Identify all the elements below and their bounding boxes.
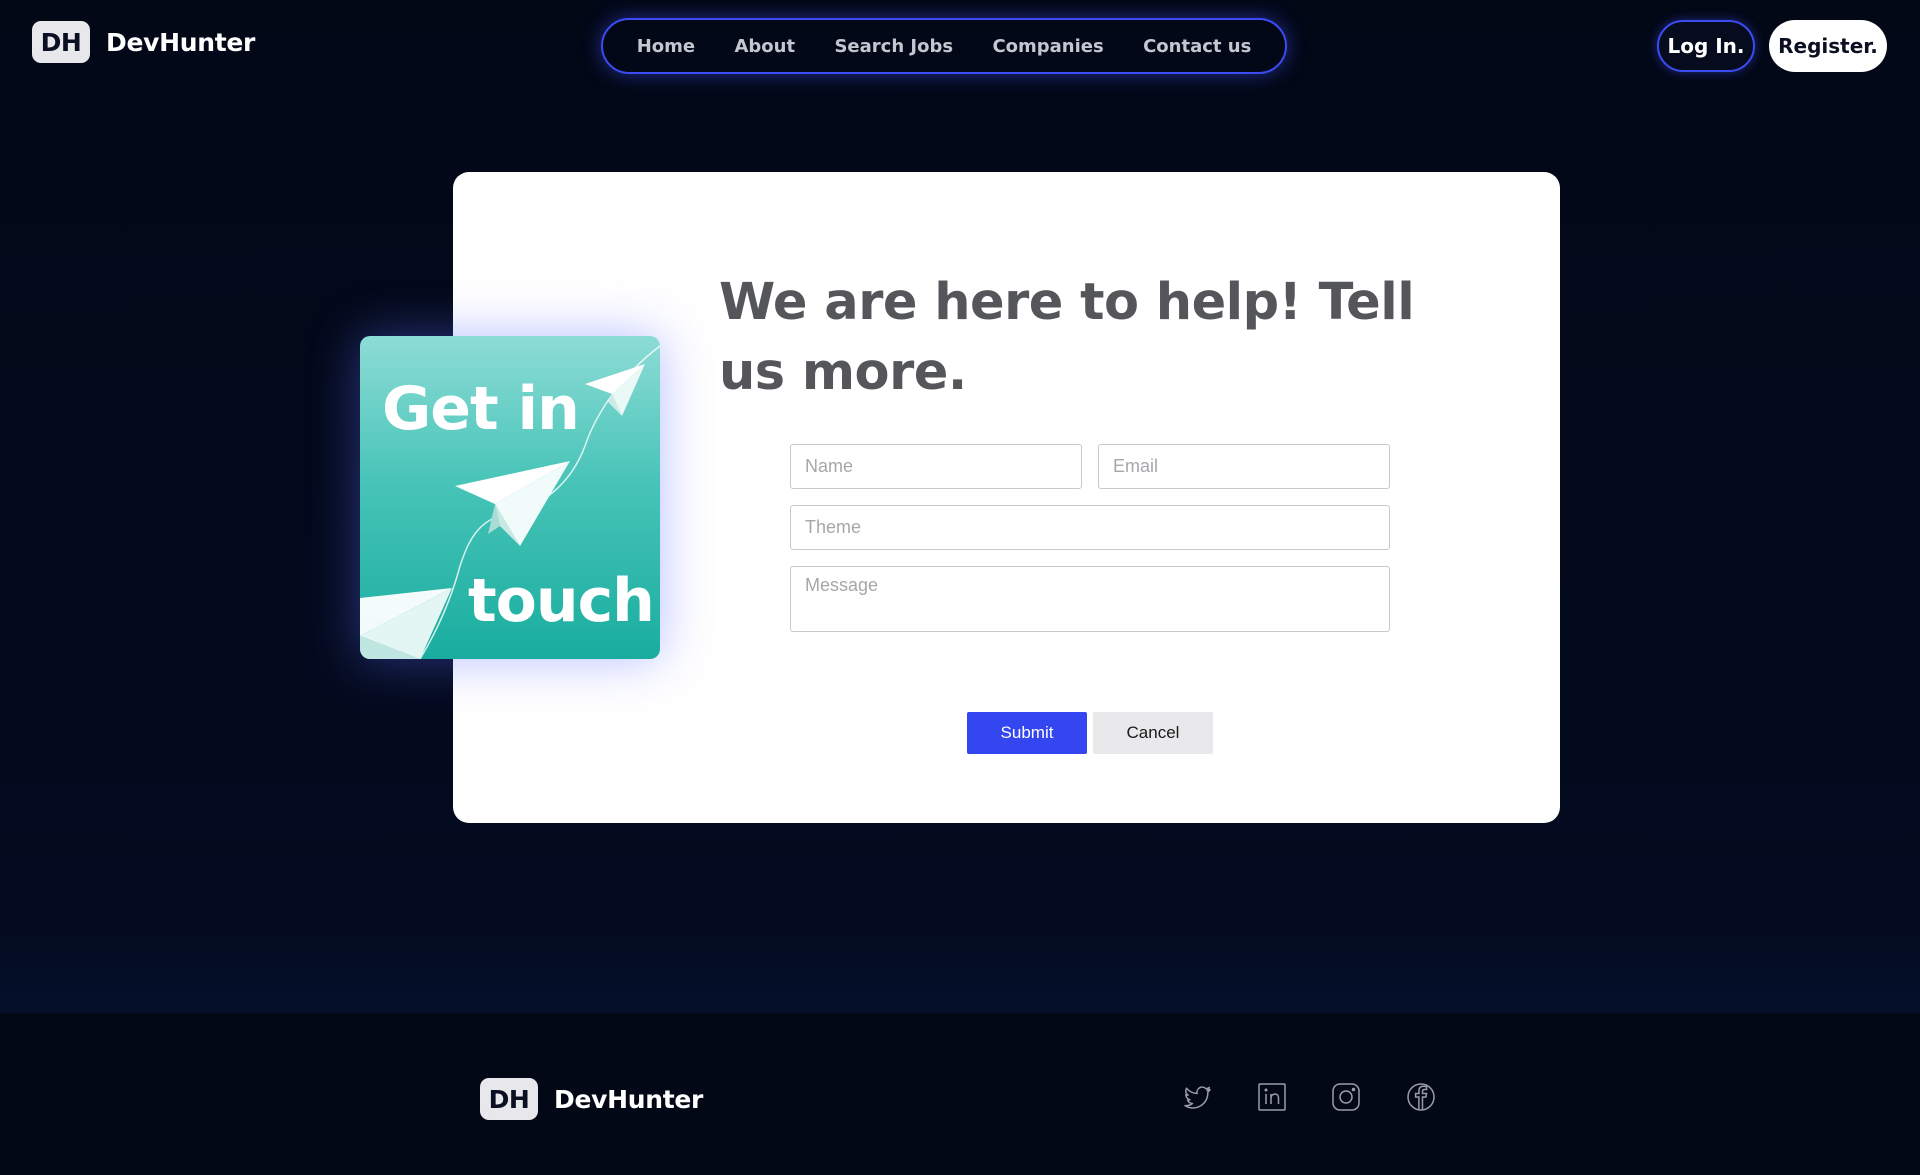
submit-button[interactable]: Submit xyxy=(967,712,1087,754)
paper-plane-icon xyxy=(455,461,570,546)
instagram-icon[interactable] xyxy=(1329,1080,1363,1114)
logo-badge: DH xyxy=(32,21,90,63)
linkedin-icon[interactable] xyxy=(1255,1080,1289,1114)
register-button[interactable]: Register. xyxy=(1769,20,1887,72)
nav-companies[interactable]: Companies xyxy=(992,36,1103,57)
footer-logo[interactable]: DH DevHunter xyxy=(480,1078,703,1120)
login-button[interactable]: Log In. xyxy=(1657,20,1755,72)
logo-text: DevHunter xyxy=(554,1084,704,1114)
get-in-touch-illustration: Get in touch xyxy=(360,336,660,659)
promo-text-line2: touch xyxy=(468,566,655,636)
theme-input[interactable] xyxy=(790,505,1390,550)
nav-about[interactable]: About xyxy=(734,36,795,57)
facebook-icon[interactable] xyxy=(1404,1080,1438,1114)
header-logo[interactable]: DH DevHunter xyxy=(32,21,255,63)
email-input[interactable] xyxy=(1098,444,1390,489)
name-input[interactable] xyxy=(790,444,1082,489)
paper-plane-icon xyxy=(585,364,645,416)
page: DH DevHunter Home About Search Jobs Comp… xyxy=(0,0,1920,1175)
nav-contact-us[interactable]: Contact us xyxy=(1143,36,1251,57)
nav-search-jobs[interactable]: Search Jobs xyxy=(834,36,953,57)
page-title: We are here to help! Tell us more. xyxy=(719,273,1415,402)
cancel-button[interactable]: Cancel xyxy=(1093,712,1213,754)
logo-badge: DH xyxy=(480,1078,538,1120)
twitter-icon[interactable] xyxy=(1181,1080,1215,1114)
promo-text-line1: Get in xyxy=(382,374,580,444)
message-input[interactable] xyxy=(790,566,1390,632)
logo-text: DevHunter xyxy=(106,27,256,57)
nav-home[interactable]: Home xyxy=(637,36,695,57)
main-nav: Home About Search Jobs Companies Contact… xyxy=(601,18,1287,74)
